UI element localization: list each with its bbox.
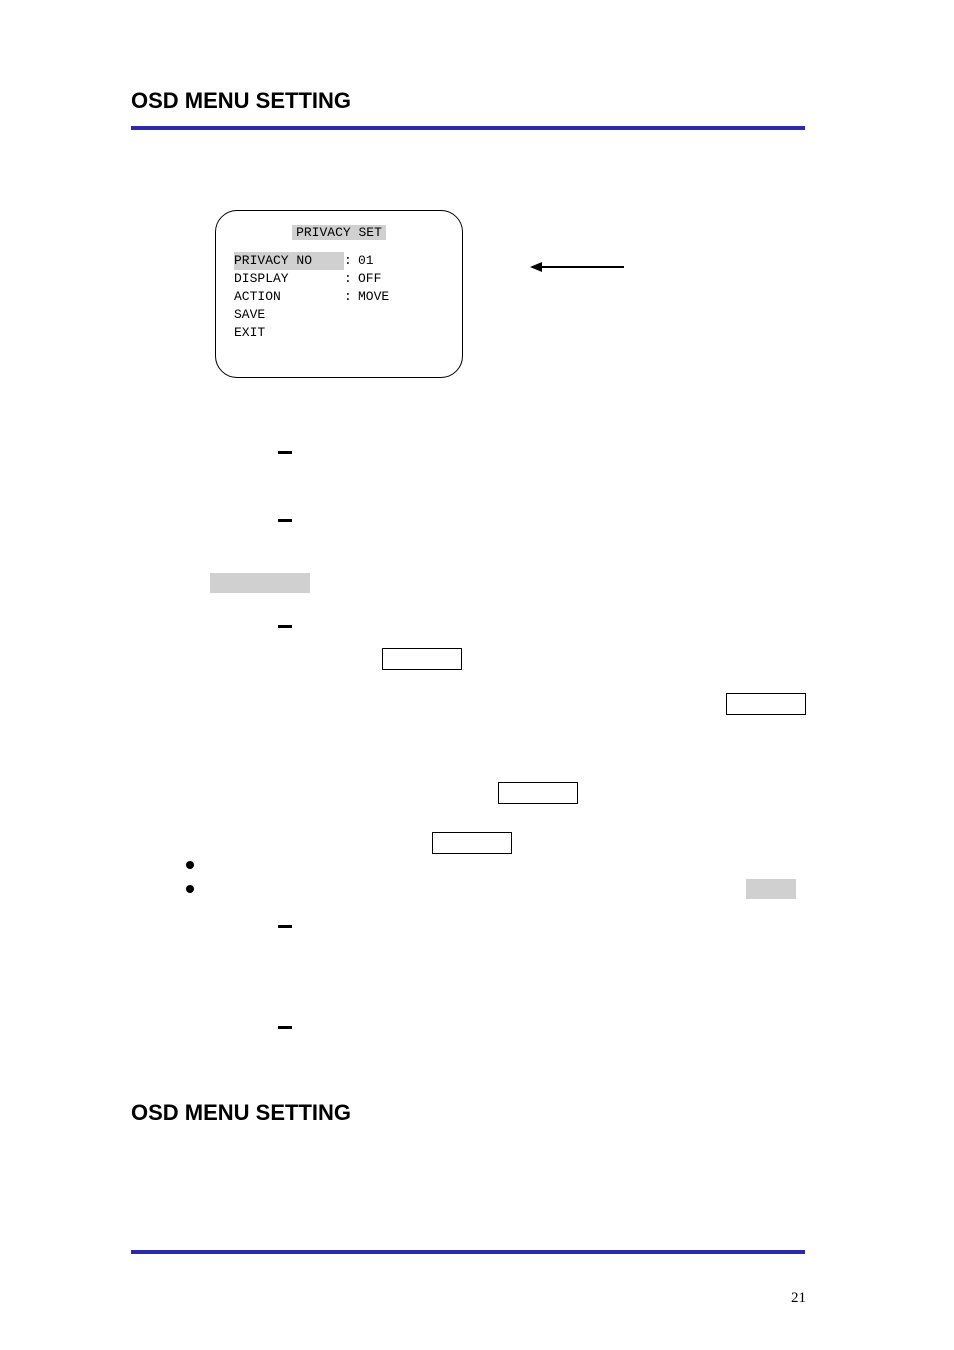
menu-label: DISPLAY xyxy=(234,270,344,288)
menu-row-save[interactable]: SAVE xyxy=(234,306,444,324)
arrow-left-icon xyxy=(532,266,624,268)
open-box xyxy=(498,782,578,804)
open-box xyxy=(382,648,462,670)
menu-label: SAVE xyxy=(234,306,344,324)
menu-row-action[interactable]: ACTION : MOVE xyxy=(234,288,444,306)
dash-icon xyxy=(278,519,292,522)
menu-colon: : xyxy=(344,270,358,288)
page-title-top: OSD MENU SETTING xyxy=(131,88,351,114)
osd-menu-box: PRIVACY SET PRIVACY NO : 01 DISPLAY : OF… xyxy=(215,210,463,378)
grey-strip xyxy=(746,879,796,899)
menu-colon: : xyxy=(344,288,358,306)
open-box xyxy=(726,693,806,715)
menu-value: OFF xyxy=(358,270,381,288)
menu-title-row: PRIVACY SET xyxy=(234,225,444,240)
grey-strip xyxy=(210,573,310,593)
menu-title: PRIVACY SET xyxy=(292,225,386,240)
menu-colon: : xyxy=(344,252,358,270)
open-box xyxy=(432,832,512,854)
dash-icon xyxy=(278,451,292,454)
bullet-icon xyxy=(186,861,194,869)
menu-row-exit[interactable]: EXIT xyxy=(234,324,444,342)
menu-label: ACTION xyxy=(234,288,344,306)
menu-value: MOVE xyxy=(358,288,389,306)
menu-label: PRIVACY NO xyxy=(234,252,344,270)
dash-icon xyxy=(278,625,292,628)
menu-row-privacy-no[interactable]: PRIVACY NO : 01 xyxy=(234,252,444,270)
divider-bottom xyxy=(131,1250,805,1254)
page-title-bottom: OSD MENU SETTING xyxy=(131,1100,351,1126)
page-number: 21 xyxy=(791,1290,806,1307)
bullet-icon xyxy=(186,885,194,893)
dash-icon xyxy=(278,1026,292,1029)
dash-icon xyxy=(278,925,292,928)
menu-row-display[interactable]: DISPLAY : OFF xyxy=(234,270,444,288)
menu-value: 01 xyxy=(358,252,374,270)
menu-label: EXIT xyxy=(234,324,344,342)
divider-top xyxy=(131,126,805,130)
